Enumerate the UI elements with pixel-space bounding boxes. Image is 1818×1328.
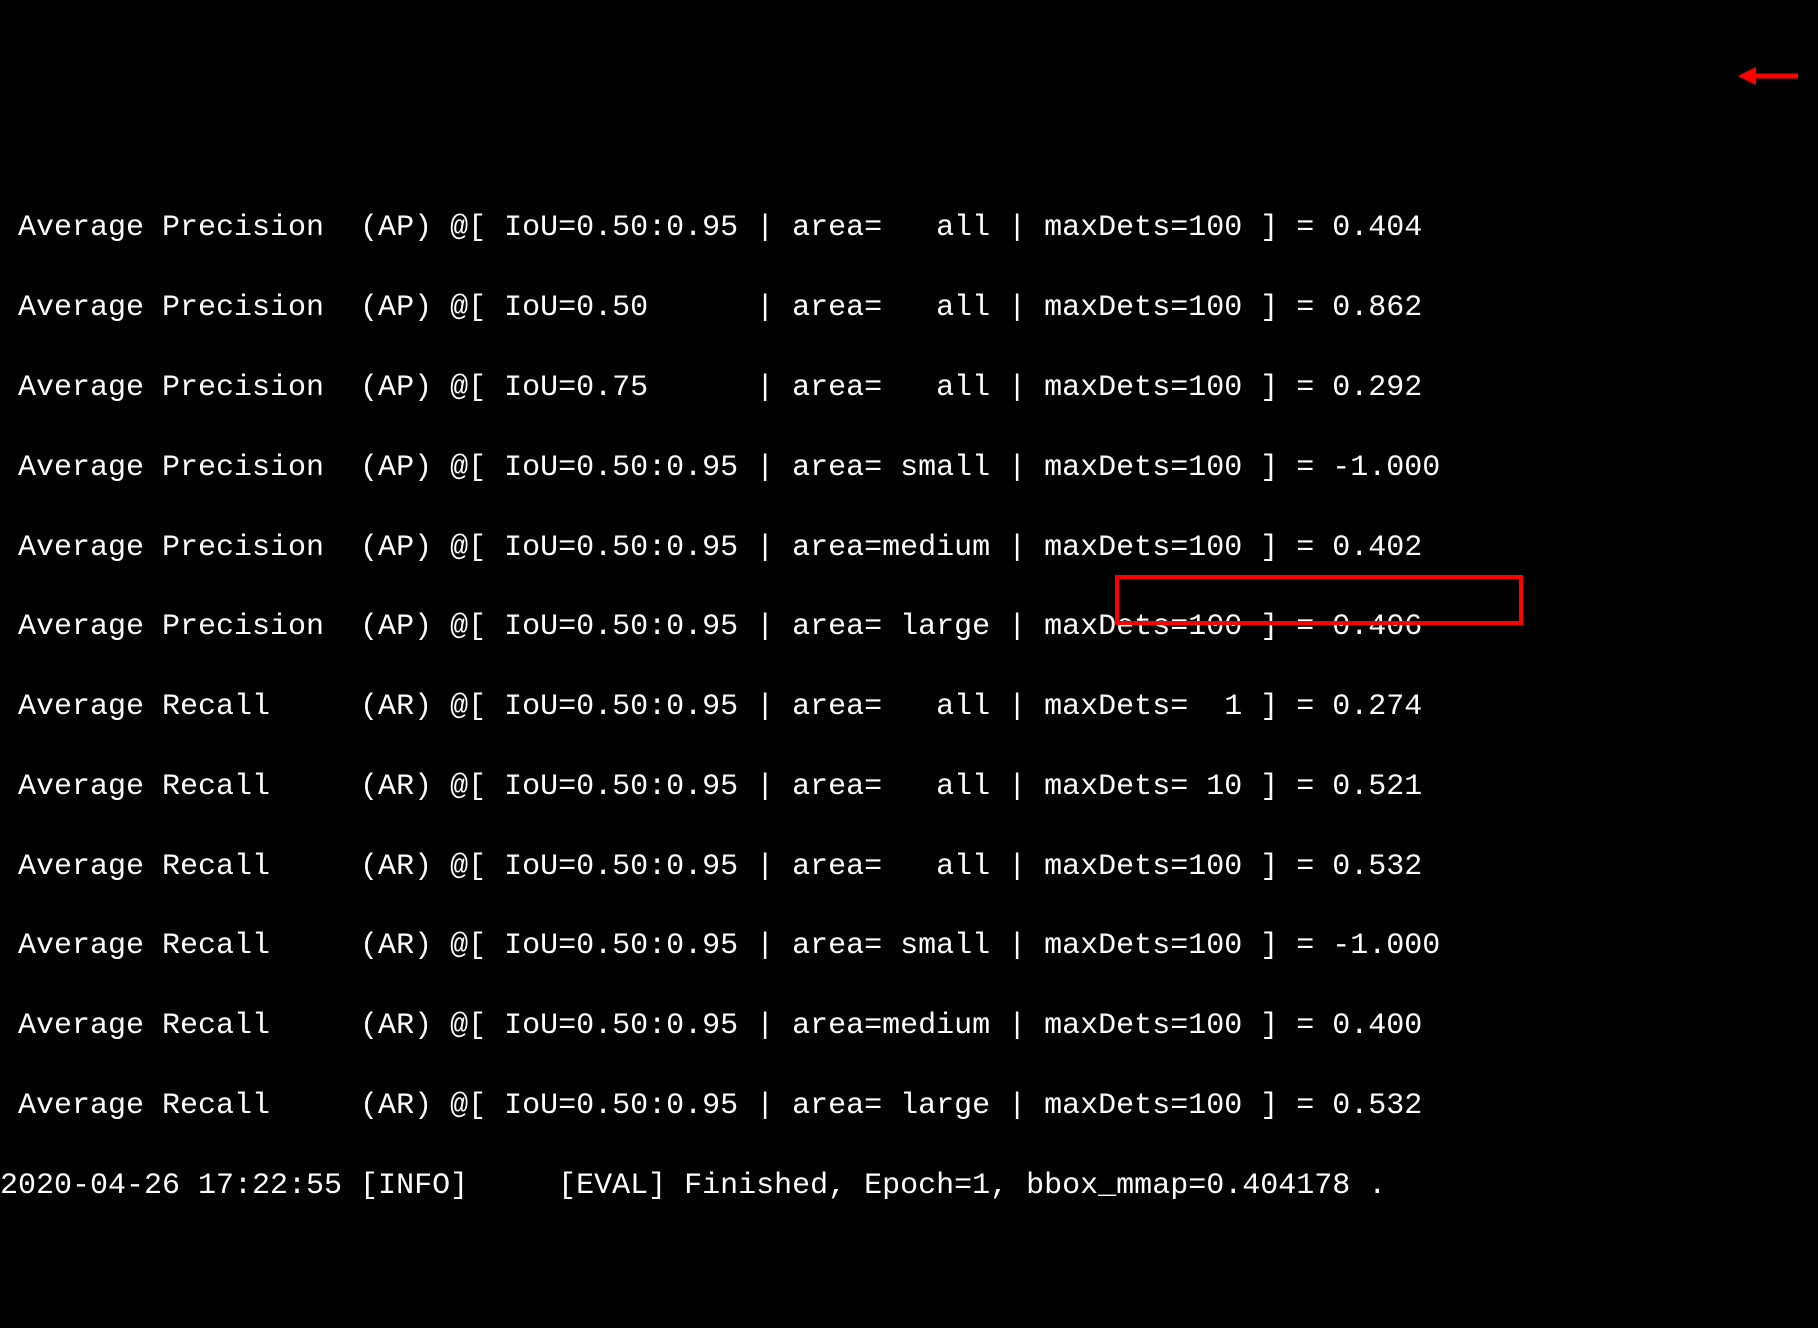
metric-line-ap-large: Average Precision (AP) @[ IoU=0.50:0.95 … [0,608,1818,648]
annotation-arrow-icon [1695,10,1798,106]
metric-line-ar-maxdets-100: Average Recall (AR) @[ IoU=0.50:0.95 | a… [0,848,1818,888]
metric-line-ap-all-050: Average Precision (AP) @[ IoU=0.50 | are… [0,289,1818,329]
metric-line-ar-maxdets-10: Average Recall (AR) @[ IoU=0.50:0.95 | a… [0,768,1818,808]
metric-line-ap-all-075: Average Precision (AP) @[ IoU=0.75 | are… [0,369,1818,409]
metric-line-ar-medium: Average Recall (AR) @[ IoU=0.50:0.95 | a… [0,1007,1818,1047]
metric-line-ar-maxdets-1: Average Recall (AR) @[ IoU=0.50:0.95 | a… [0,688,1818,728]
metric-line-ar-small: Average Recall (AR) @[ IoU=0.50:0.95 | a… [0,927,1818,967]
metric-line-ap-medium: Average Precision (AP) @[ IoU=0.50:0.95 … [0,529,1818,569]
metric-line-ap-all-050-095: Average Precision (AP) @[ IoU=0.50:0.95 … [0,209,1818,249]
metric-line-ap-small: Average Precision (AP) @[ IoU=0.50:0.95 … [0,449,1818,489]
terminal-output: Average Precision (AP) @[ IoU=0.50:0.95 … [0,170,1818,1247]
log-line-eval-finished: 2020-04-26 17:22:55 [INFO] [EVAL] Finish… [0,1167,1818,1207]
metric-line-ar-large: Average Recall (AR) @[ IoU=0.50:0.95 | a… [0,1087,1818,1127]
